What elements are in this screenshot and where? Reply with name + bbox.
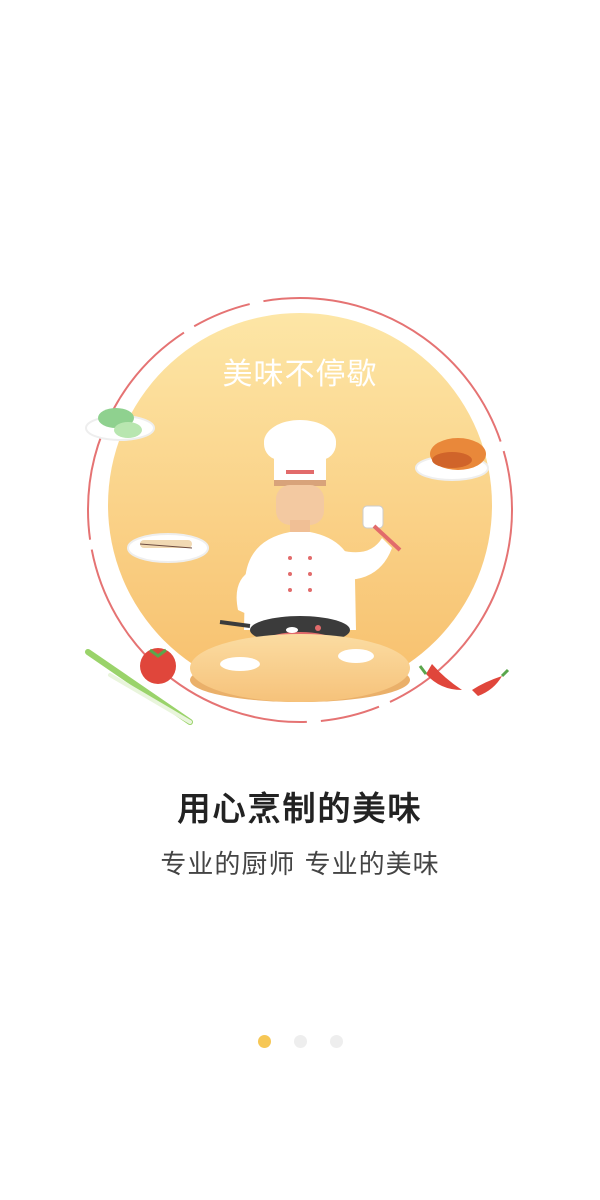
page-subtitle: 专业的厨师 专业的美味	[160, 850, 440, 880]
chili-pepper-icon	[418, 664, 510, 696]
pager-dot-3[interactable]	[329, 1035, 343, 1048]
illustration-badge-text: 美味不停歇	[222, 357, 378, 392]
tomato-icon	[140, 648, 176, 684]
pager-dots	[0, 1035, 600, 1048]
page-title: 用心烹制的美味	[177, 789, 423, 828]
pager-dot-2[interactable]	[293, 1035, 307, 1048]
pager-dot-1[interactable]	[257, 1035, 271, 1048]
round-table	[190, 634, 410, 702]
dumpling-plate-icon	[127, 533, 209, 563]
